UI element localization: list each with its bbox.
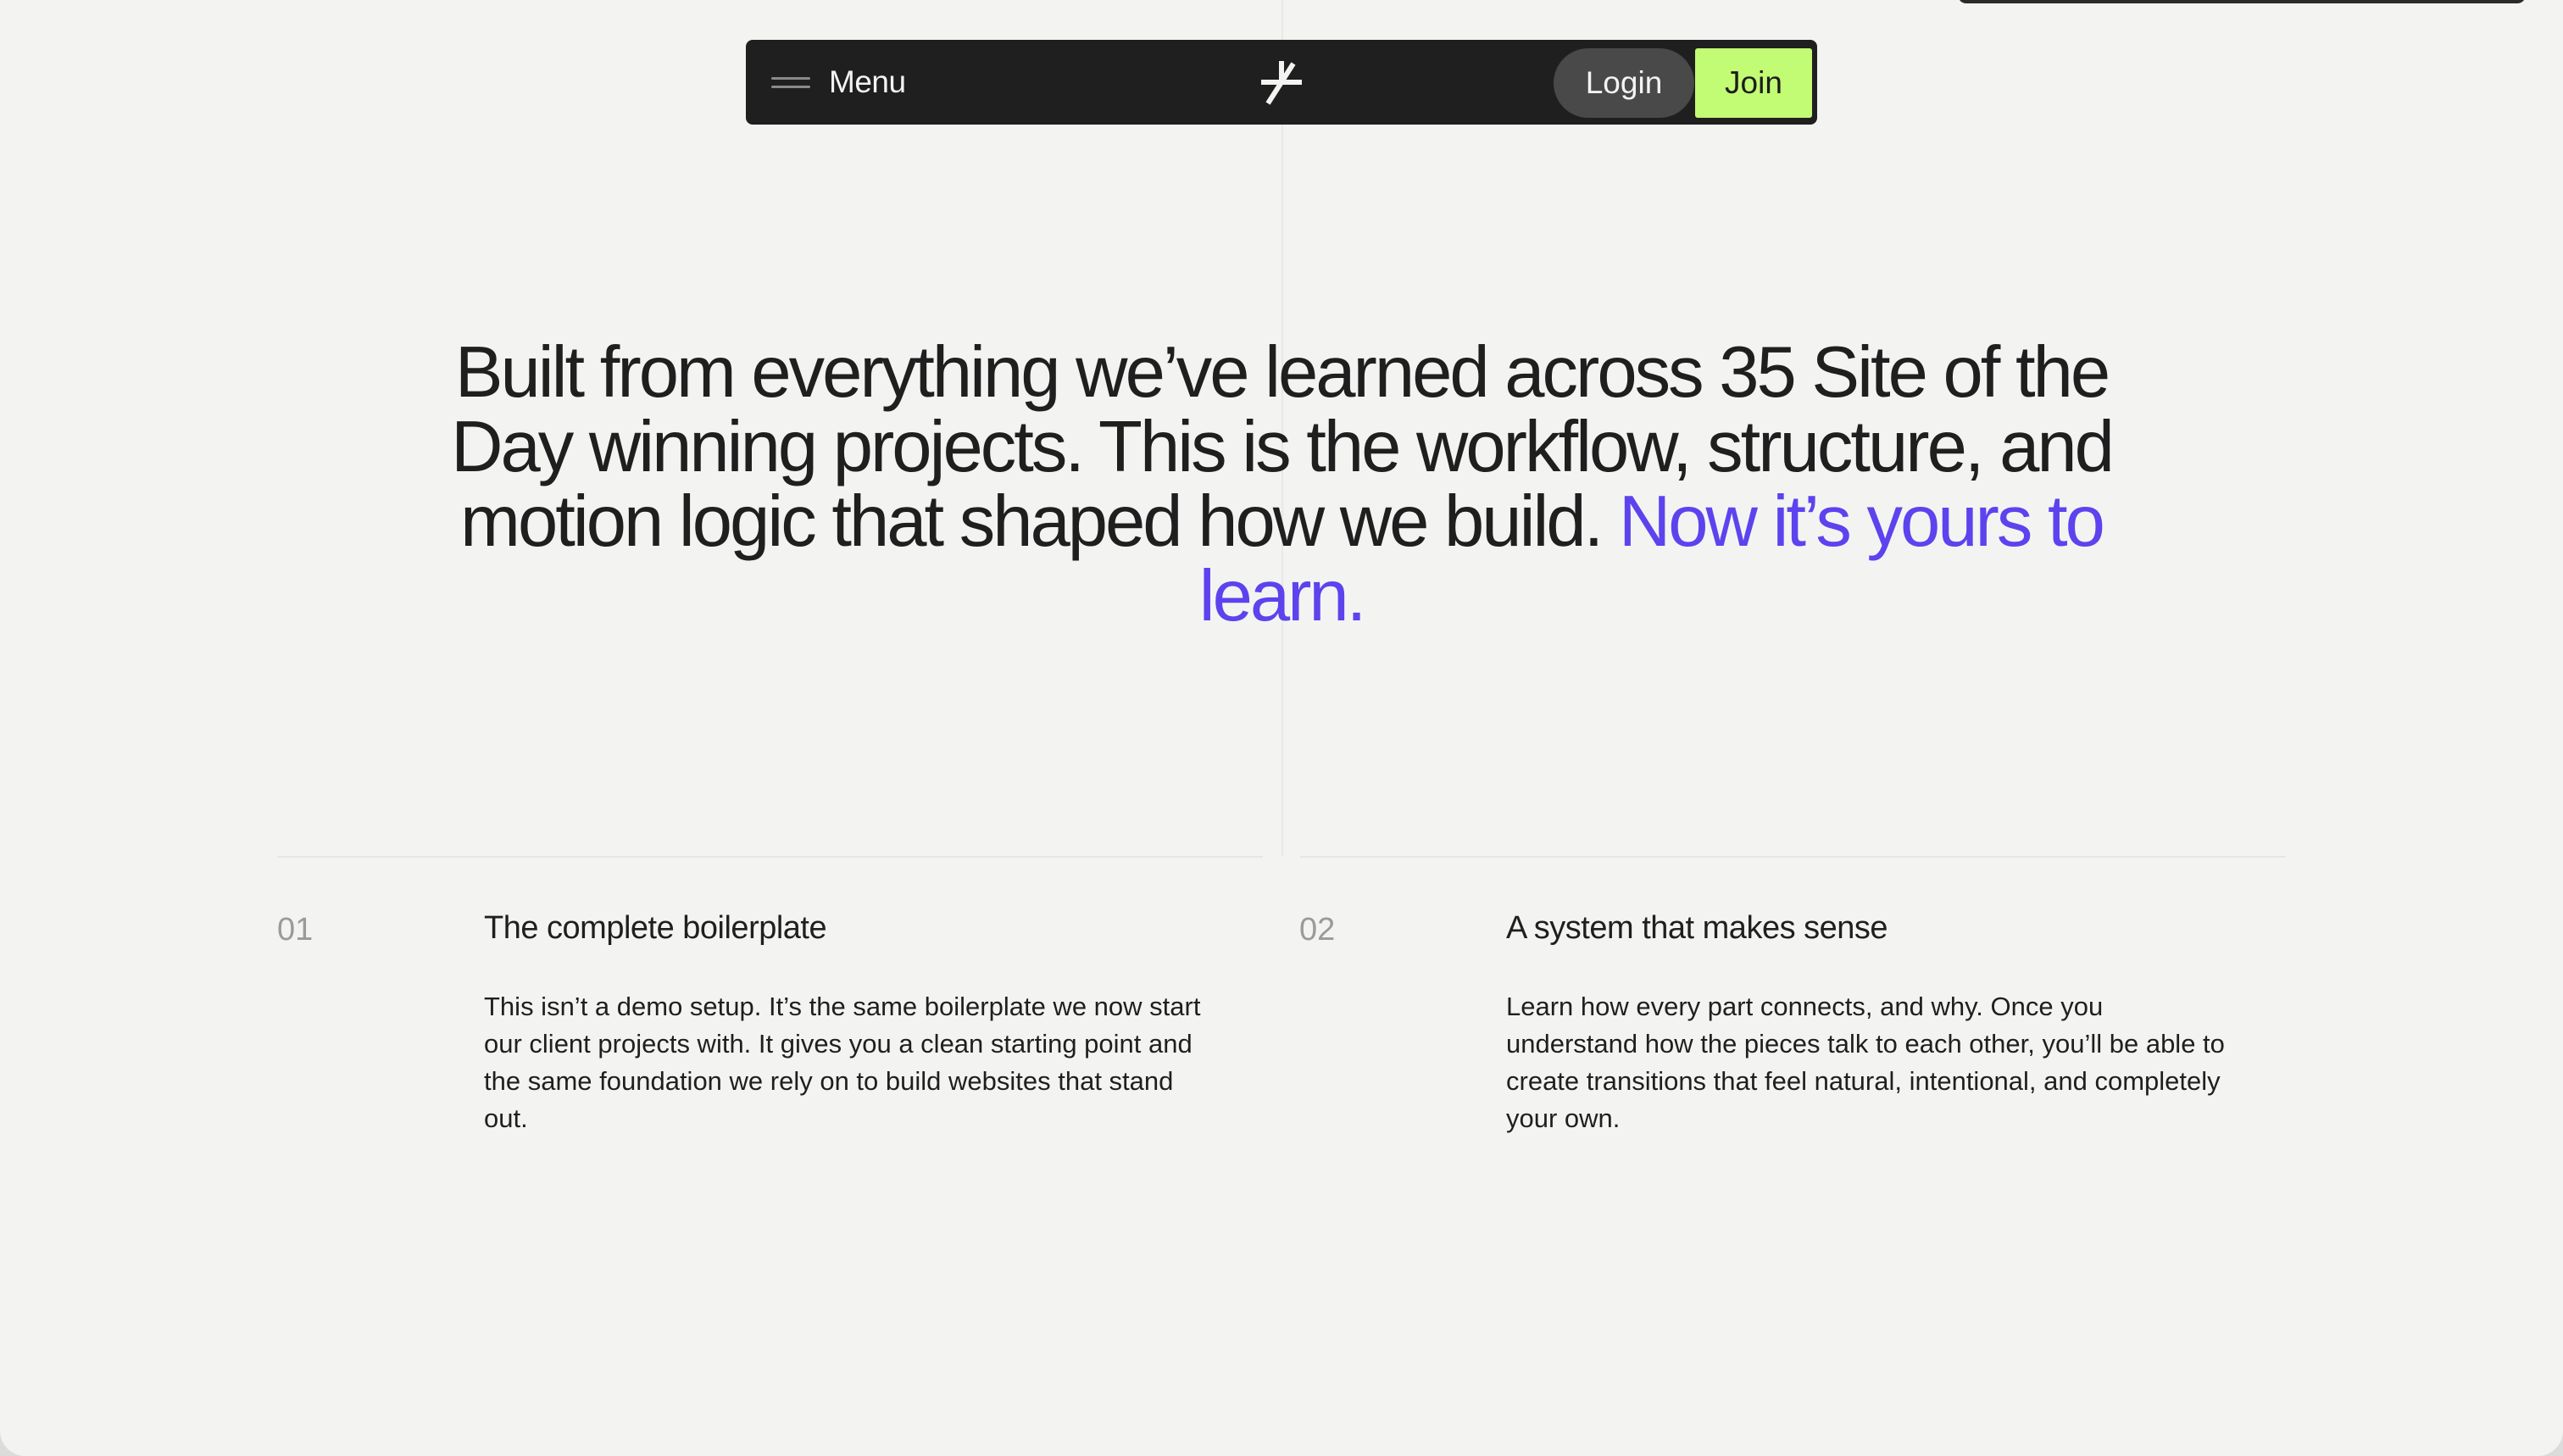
hero-headline: Built from everything we’ve learned acro… (398, 336, 2165, 634)
feature-title: The complete boilerplate (484, 910, 827, 946)
menu-label: Menu (829, 64, 906, 99)
join-button[interactable]: Join (1695, 48, 1812, 118)
page: Menu Login Join Built from everything we… (0, 0, 2563, 1456)
login-button[interactable]: Login (1554, 48, 1694, 118)
hamburger-icon (771, 74, 810, 91)
top-navbar: Menu Login Join (746, 40, 1817, 125)
feature-description: This isn’t a demo setup. It’s the same b… (484, 992, 1201, 1133)
feature-number: 01 (277, 912, 314, 948)
feature-title: A system that makes sense (1506, 910, 1888, 946)
asterisk-logo-icon[interactable] (1258, 58, 1305, 106)
feature-number: 02 (1299, 912, 1336, 948)
divider-right (1300, 856, 2286, 858)
divider-left (277, 856, 1263, 858)
overlay-edge (1958, 0, 2526, 3)
feature-description: Learn how every part connects, and why. … (1506, 992, 2225, 1133)
menu-button[interactable]: Menu (771, 40, 906, 125)
